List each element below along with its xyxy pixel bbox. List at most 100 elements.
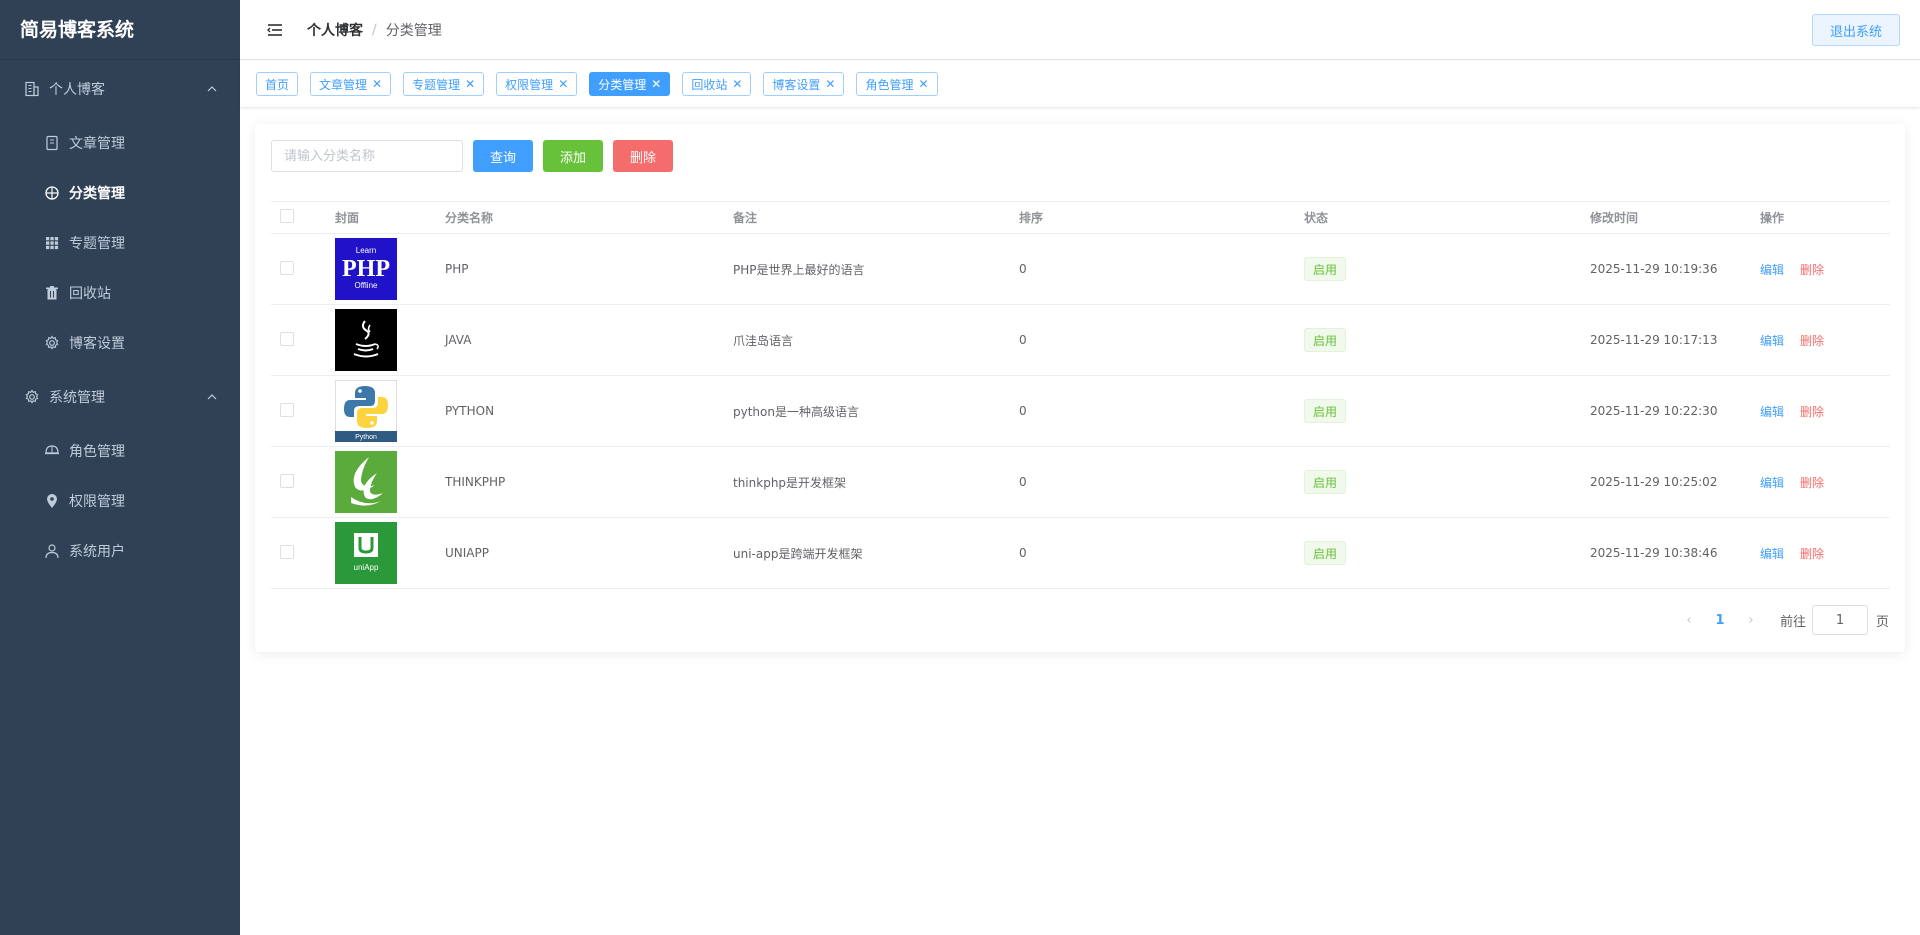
sidebar-item-label: 分类管理 xyxy=(69,186,125,202)
book-icon xyxy=(44,135,60,151)
category-sort: 0 xyxy=(1019,333,1027,347)
category-name: UNIAPP xyxy=(445,546,489,560)
close-icon[interactable]: ✕ xyxy=(919,77,929,91)
location-icon xyxy=(44,493,60,509)
app-title: 简易博客系统 xyxy=(0,0,240,60)
table-row: THINKPHP thinkphp是开发框架 0 启用 2025-11-29 1… xyxy=(271,447,1890,518)
sidebar-item-roles[interactable]: 角色管理 xyxy=(0,426,240,476)
tag-label: 专题管理 xyxy=(412,77,461,92)
tag-recycle-bin[interactable]: 回收站 ✕ xyxy=(682,72,752,96)
sidebar-item-categories[interactable]: 分类管理 xyxy=(0,168,240,218)
svg-text:PHP: PHP xyxy=(342,256,390,282)
edit-link[interactable]: 编辑 xyxy=(1760,334,1784,348)
table-row: Python PYTHON python是一种高级语言 0 启用 2025-11… xyxy=(271,376,1890,447)
row-checkbox[interactable] xyxy=(280,260,294,275)
row-checkbox[interactable] xyxy=(280,402,294,417)
tag-roles[interactable]: 角色管理 ✕ xyxy=(856,72,938,96)
sidebar: 简易博客系统 个人博客 文章管理 分类管理 专题管理 回收站 博客设置 系统管理… xyxy=(0,0,240,935)
tag-label: 文章管理 xyxy=(319,77,368,92)
tag-articles[interactable]: 文章管理 ✕ xyxy=(310,72,392,96)
category-note: python是一种高级语言 xyxy=(733,404,859,419)
tag-label: 分类管理 xyxy=(598,77,647,92)
page-unit-label: 页 xyxy=(1875,614,1889,630)
delete-link[interactable]: 删除 xyxy=(1800,547,1824,561)
sidebar-item-recycle-bin[interactable]: 回收站 xyxy=(0,268,240,318)
row-checkbox[interactable] xyxy=(280,473,294,488)
tag-home[interactable]: 首页 xyxy=(256,72,299,96)
status-badge: 启用 xyxy=(1304,257,1347,281)
gear-icon xyxy=(24,389,40,405)
svg-text:Learn: Learn xyxy=(356,246,376,255)
tag-categories[interactable]: 分类管理 ✕ xyxy=(589,72,671,96)
user-icon xyxy=(44,543,60,559)
category-icon xyxy=(44,185,60,201)
delete-link[interactable]: 删除 xyxy=(1800,405,1824,419)
delete-link[interactable]: 删除 xyxy=(1800,476,1824,490)
python-logo-image: Python xyxy=(335,380,397,442)
chevron-right-icon[interactable]: › xyxy=(1740,606,1762,634)
sidebar-group-system[interactable]: 系统管理 xyxy=(0,368,240,426)
close-icon[interactable]: ✕ xyxy=(732,77,742,91)
breadcrumb: 个人博客 / 分类管理 xyxy=(307,20,442,40)
sidebar-item-permissions[interactable]: 权限管理 xyxy=(0,476,240,526)
sidebar-item-articles[interactable]: 文章管理 xyxy=(0,118,240,168)
tag-label: 回收站 xyxy=(691,77,728,92)
column-header: 排序 xyxy=(1019,211,1044,225)
table-row: JAVA 爪洼岛语言 0 启用 2025-11-29 10:17:13 编辑 删除 xyxy=(271,305,1890,376)
modified-time: 2025-11-29 10:38:46 xyxy=(1590,546,1718,560)
category-name: THINKPHP xyxy=(445,475,506,489)
search-input[interactable] xyxy=(271,140,463,172)
tag-permissions[interactable]: 权限管理 ✕ xyxy=(496,72,578,96)
category-name: JAVA xyxy=(445,333,472,347)
chevron-left-icon[interactable]: ‹ xyxy=(1678,606,1700,634)
column-header: 操作 xyxy=(1760,211,1785,225)
breadcrumb-item: 分类管理 xyxy=(385,22,442,39)
batch-delete-button[interactable]: 删除 xyxy=(613,140,673,172)
table-header: 封面 分类名称 备注 排序 状态 修改时间 操作 xyxy=(271,201,1890,234)
tag-label: 权限管理 xyxy=(505,77,554,92)
query-button[interactable]: 查询 xyxy=(473,140,533,172)
helmet-icon xyxy=(44,443,60,459)
edit-link[interactable]: 编辑 xyxy=(1760,547,1784,561)
logout-button[interactable]: 退出系统 xyxy=(1812,14,1900,46)
sidebar-group-personal-blog[interactable]: 个人博客 xyxy=(0,60,240,118)
chevron-up-icon xyxy=(207,394,217,400)
category-sort: 0 xyxy=(1019,404,1027,418)
edit-link[interactable]: 编辑 xyxy=(1760,476,1784,490)
building-icon xyxy=(24,81,40,97)
column-header: 备注 xyxy=(733,211,758,225)
sidebar-item-label: 专题管理 xyxy=(69,236,125,252)
row-checkbox[interactable] xyxy=(280,331,294,346)
sidebar-item-system-users[interactable]: 系统用户 xyxy=(0,526,240,576)
hamburger-icon[interactable] xyxy=(265,20,285,40)
page-number[interactable]: 1 xyxy=(1700,613,1740,628)
goto-label: 前往 xyxy=(1779,614,1806,630)
breadcrumb-item[interactable]: 个人博客 xyxy=(307,20,363,40)
close-icon[interactable]: ✕ xyxy=(558,77,568,91)
close-icon[interactable]: ✕ xyxy=(465,77,475,91)
tag-blog-settings[interactable]: 博客设置 ✕ xyxy=(763,72,845,96)
tag-topics[interactable]: 专题管理 ✕ xyxy=(403,72,485,96)
close-icon[interactable]: ✕ xyxy=(372,77,382,91)
sidebar-item-label: 角色管理 xyxy=(69,444,125,460)
close-icon[interactable]: ✕ xyxy=(825,77,835,91)
delete-link[interactable]: 删除 xyxy=(1800,263,1824,277)
sidebar-item-label: 文章管理 xyxy=(69,136,125,152)
delete-link[interactable]: 删除 xyxy=(1800,334,1824,348)
row-checkbox[interactable] xyxy=(280,544,294,559)
select-all-checkbox[interactable] xyxy=(280,209,294,223)
close-icon[interactable]: ✕ xyxy=(651,77,661,91)
category-name: PYTHON xyxy=(445,404,495,418)
sidebar-item-blog-settings[interactable]: 博客设置 xyxy=(0,318,240,368)
chevron-up-icon xyxy=(207,86,217,92)
sidebar-item-label: 系统用户 xyxy=(69,544,125,560)
column-header: 封面 xyxy=(335,211,360,225)
sidebar-item-topics[interactable]: 专题管理 xyxy=(0,218,240,268)
edit-link[interactable]: 编辑 xyxy=(1760,405,1784,419)
add-button[interactable]: 添加 xyxy=(543,140,603,172)
edit-link[interactable]: 编辑 xyxy=(1760,263,1784,277)
goto-page-input[interactable] xyxy=(1811,605,1868,635)
content-card: 查询 添加 删除 封面 分类名称 备注 排序 状态 修改时间 操作 LearnP… xyxy=(255,124,1905,652)
sidebar-group-label: 系统管理 xyxy=(49,390,105,406)
gear-icon xyxy=(44,335,60,351)
